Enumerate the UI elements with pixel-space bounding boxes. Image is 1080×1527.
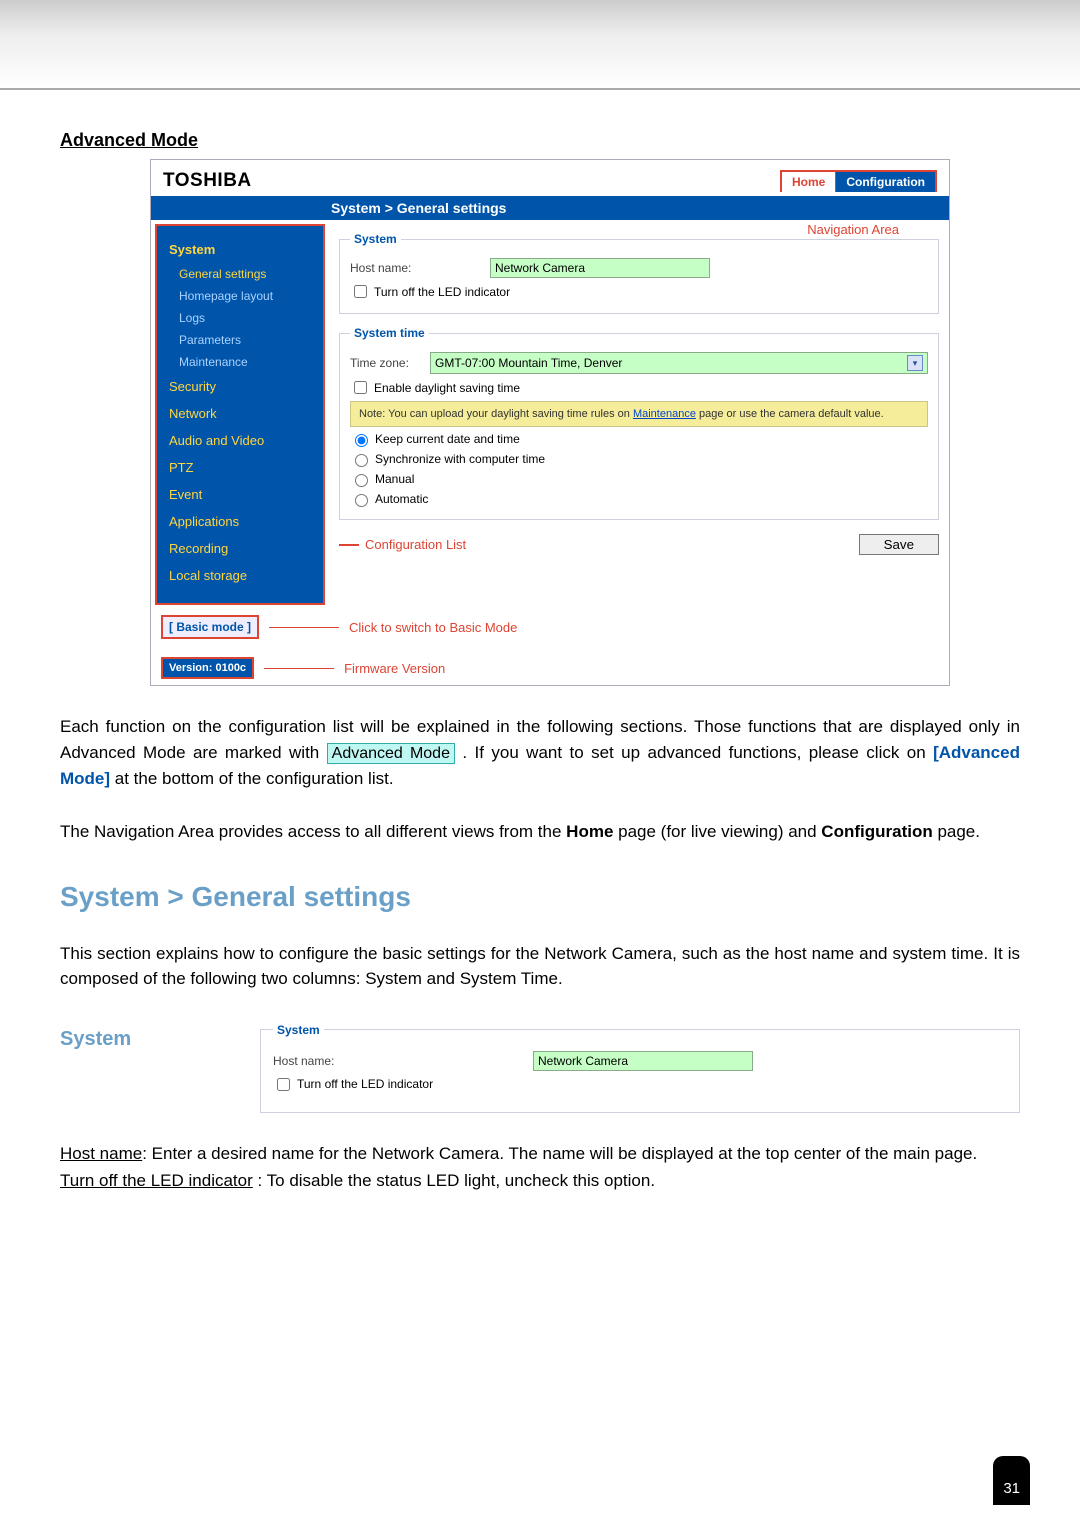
system-fieldset-small: System Host name: Turn off the LED indic… [260, 1023, 1020, 1113]
annotation-line-icon [339, 544, 359, 546]
radio-keep[interactable] [355, 434, 368, 447]
brand-logo: TOSHIBA [163, 170, 252, 192]
annotation-line-icon [269, 627, 339, 628]
radio-sync-label: Synchronize with computer time [375, 452, 545, 466]
p1c: at the bottom of the configuration list. [115, 769, 394, 788]
systime-legend: System time [350, 326, 429, 340]
dst-label: Enable daylight saving time [374, 381, 520, 395]
tz-select[interactable]: GMT-07:00 Mountain Time, Denver ▾ [430, 352, 928, 374]
advanced-mode-tag: Advanced Mode [327, 743, 455, 764]
p4a: : Enter a desired name for the Network C… [142, 1144, 977, 1163]
system-fieldset: System Host name: Turn off the LED indic… [339, 232, 939, 314]
ss2-host-label: Host name: [273, 1054, 413, 1068]
sidebar-item-audiovideo[interactable]: Audio and Video [165, 427, 315, 454]
basic-mode-button[interactable]: [ Basic mode ] [161, 615, 259, 639]
tz-value: GMT-07:00 Mountain Time, Denver [435, 356, 622, 370]
sidebar-sub-logs[interactable]: Logs [165, 307, 315, 329]
sidebar-item-applications[interactable]: Applications [165, 508, 315, 535]
sidebar-item-system[interactable]: System [165, 236, 315, 263]
p1b: . If you want to set up advanced functio… [462, 743, 933, 762]
p2-home: Home [566, 822, 613, 841]
sidebar-sub-homepage[interactable]: Homepage layout [165, 285, 315, 307]
paragraph-1: Each function on the configuration list … [60, 714, 1020, 791]
section-heading: Advanced Mode [60, 130, 1020, 151]
led-term: Turn off the LED indicator [60, 1171, 253, 1190]
tab-configuration[interactable]: Configuration [836, 172, 935, 192]
firmware-annotation: Firmware Version [344, 661, 445, 676]
radio-manual[interactable] [355, 474, 368, 487]
sidebar-item-localstorage[interactable]: Local storage [165, 562, 315, 589]
dst-note: Note: You can upload your daylight savin… [350, 401, 928, 427]
dst-checkbox[interactable] [354, 381, 367, 394]
paragraph-2: The Navigation Area provides access to a… [60, 819, 1020, 845]
breadcrumb: System > General settings [151, 196, 949, 220]
sidebar-sub-general[interactable]: General settings [165, 263, 315, 285]
paragraph-4: Host name: Enter a desired name for the … [60, 1141, 1020, 1167]
top-gradient [0, 0, 1080, 90]
p2a: The Navigation Area provides access to a… [60, 822, 566, 841]
radio-keep-label: Keep current date and time [375, 432, 520, 446]
ss2-led-label: Turn off the LED indicator [297, 1077, 433, 1091]
led-checkbox[interactable] [354, 285, 367, 298]
navigation-area-annotation: Navigation Area [807, 222, 899, 237]
version-badge: Version: 0100c [161, 657, 254, 679]
note-post: page or use the camera default value. [696, 408, 884, 420]
note-pre: Note: You can upload your daylight savin… [359, 408, 633, 420]
radio-auto-label: Automatic [375, 492, 428, 506]
radio-manual-label: Manual [375, 472, 414, 486]
main-panel: Navigation Area System Host name: Turn o… [329, 220, 949, 609]
system-time-fieldset: System time Time zone: GMT-07:00 Mountai… [339, 326, 939, 520]
led-label: Turn off the LED indicator [374, 285, 510, 299]
sidebar-item-security[interactable]: Security [165, 373, 315, 400]
config-list-annotation: Configuration List [365, 537, 466, 552]
paragraph-5: Turn off the LED indicator : To disable … [60, 1168, 1020, 1194]
config-ui-screenshot: TOSHIBA Home Configuration System > Gene… [150, 159, 950, 686]
hostname-term: Host name [60, 1144, 142, 1163]
sidebar-sub-parameters[interactable]: Parameters [165, 329, 315, 351]
radio-auto[interactable] [355, 494, 368, 507]
system-legend: System [350, 232, 401, 246]
annotation-line-icon [264, 668, 334, 669]
ss2-legend: System [273, 1023, 324, 1037]
sidebar-item-ptz[interactable]: PTZ [165, 454, 315, 481]
tab-home[interactable]: Home [782, 172, 836, 192]
page-number: 31 [993, 1456, 1030, 1505]
ss2-led-checkbox[interactable] [277, 1078, 290, 1091]
basic-mode-annotation: Click to switch to Basic Mode [349, 620, 517, 635]
save-button[interactable]: Save [859, 534, 939, 555]
host-name-label: Host name: [350, 261, 490, 275]
sidebar-item-network[interactable]: Network [165, 400, 315, 427]
nav-tabs: Home Configuration [780, 170, 937, 192]
chevron-down-icon: ▾ [907, 355, 923, 371]
maintenance-link[interactable]: Maintenance [633, 408, 696, 420]
sidebar: System General settings Homepage layout … [155, 224, 325, 605]
tz-label: Time zone: [350, 356, 430, 370]
p2b: page (for live viewing) and [613, 822, 821, 841]
heading-system: System [60, 1028, 131, 1051]
ss2-host-input[interactable] [533, 1051, 753, 1071]
sidebar-item-event[interactable]: Event [165, 481, 315, 508]
sidebar-sub-maintenance[interactable]: Maintenance [165, 351, 315, 373]
p2-conf: Configuration [821, 822, 932, 841]
host-name-input[interactable] [490, 258, 710, 278]
p5a: : To disable the status LED light, unche… [253, 1171, 655, 1190]
heading-system-general: System > General settings [60, 881, 1020, 913]
radio-sync[interactable] [355, 454, 368, 467]
sidebar-item-recording[interactable]: Recording [165, 535, 315, 562]
paragraph-3: This section explains how to configure t… [60, 941, 1020, 992]
p2c: page. [933, 822, 980, 841]
